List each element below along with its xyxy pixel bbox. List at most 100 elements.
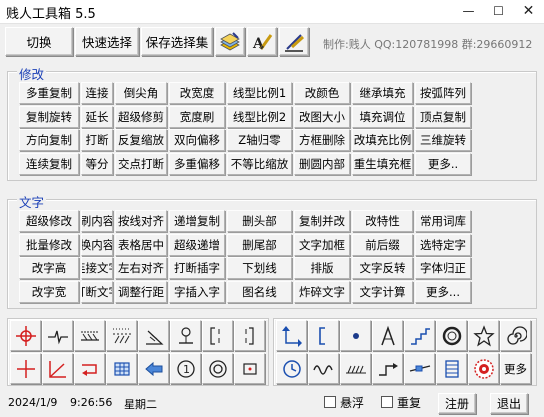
modify-tool-button[interactable]: 按弧阵列 bbox=[415, 82, 471, 104]
save-selection-button[interactable]: 保存选择集 bbox=[141, 27, 213, 56]
text-tool-button[interactable]: 打断插字 bbox=[169, 257, 225, 279]
redo-arrow-icon[interactable] bbox=[276, 320, 307, 351]
modify-tool-button[interactable]: 超级修剪 bbox=[115, 105, 167, 128]
modify-tool-button[interactable]: 删圆内部 bbox=[294, 152, 350, 175]
text-tool-button[interactable]: 文字反转 bbox=[352, 257, 413, 279]
text-tool-button[interactable]: 按线对齐 bbox=[115, 210, 167, 232]
bracket-line-icon[interactable] bbox=[308, 320, 339, 351]
repeat-checkbox[interactable] bbox=[381, 396, 393, 408]
maximize-button[interactable]: ☐ bbox=[484, 0, 513, 22]
modify-tool-button[interactable]: 重生填充框 bbox=[352, 152, 413, 175]
bracket-icon[interactable] bbox=[202, 320, 233, 351]
gear-badge-icon[interactable] bbox=[468, 353, 499, 384]
float-checkbox[interactable] bbox=[324, 396, 336, 408]
text-tool-button[interactable]: 换内容 bbox=[81, 233, 113, 256]
minimize-button[interactable]: — bbox=[454, 0, 483, 22]
spring-icon[interactable] bbox=[340, 353, 371, 384]
breakline-icon[interactable] bbox=[42, 320, 73, 351]
text-tool-button[interactable]: 改字高 bbox=[19, 257, 79, 279]
text-tool-button[interactable]: 排版 bbox=[294, 257, 350, 279]
red-axis-icon[interactable] bbox=[10, 353, 41, 384]
left-arrow-icon[interactable] bbox=[138, 353, 169, 384]
crosshair-icon[interactable] bbox=[10, 320, 41, 351]
exit-button[interactable]: 退出 bbox=[490, 393, 528, 414]
switch-button[interactable]: 切换 bbox=[5, 27, 73, 56]
text-tool-button[interactable]: 炸碎文字 bbox=[294, 280, 350, 303]
modify-tool-button[interactable]: 改填充比例 bbox=[352, 129, 413, 151]
modify-tool-button[interactable]: 连续复制 bbox=[19, 152, 79, 175]
text-tool-button[interactable]: 递增复制 bbox=[169, 210, 225, 232]
modify-tool-button[interactable]: 反复缩放 bbox=[115, 129, 167, 151]
ring-icon[interactable] bbox=[436, 320, 467, 351]
close-button[interactable]: ✕ bbox=[514, 0, 543, 22]
compass-icon[interactable] bbox=[372, 320, 403, 351]
modify-tool-button[interactable]: Z轴归零 bbox=[227, 129, 292, 151]
text-tool-button[interactable]: 更多... bbox=[415, 280, 471, 303]
text-tool-button[interactable]: 前后缀 bbox=[352, 233, 413, 256]
modify-tool-button[interactable]: 方向复制 bbox=[19, 129, 79, 151]
small-box-icon[interactable] bbox=[234, 353, 265, 384]
layers-icon[interactable] bbox=[215, 27, 245, 56]
text-tool-button[interactable]: 删尾部 bbox=[227, 233, 292, 256]
text-tool-button[interactable]: 字插入字 bbox=[169, 280, 225, 303]
table-grid-icon[interactable] bbox=[106, 353, 137, 384]
modify-tool-button[interactable]: 双向偏移 bbox=[169, 129, 225, 151]
star-icon[interactable] bbox=[468, 320, 499, 351]
modify-tool-button[interactable]: 宽度刷 bbox=[169, 105, 225, 128]
modify-tool-button[interactable]: 交点打断 bbox=[115, 152, 167, 175]
modify-tool-button[interactable]: 改颜色 bbox=[294, 82, 350, 104]
more-label[interactable]: 更多 bbox=[500, 353, 531, 384]
text-tool-button[interactable]: 文字加框 bbox=[294, 233, 350, 256]
text-tool-button[interactable]: 超级递增 bbox=[169, 233, 225, 256]
dot-icon[interactable] bbox=[340, 320, 371, 351]
text-tool-button[interactable]: 删头部 bbox=[227, 210, 292, 232]
modify-tool-button[interactable]: 改图大小 bbox=[294, 105, 350, 128]
modify-tool-button[interactable]: 延长 bbox=[81, 105, 113, 128]
text-tool-button[interactable]: 常用词库 bbox=[415, 210, 471, 232]
wave-icon[interactable] bbox=[308, 353, 339, 384]
text-tool-button[interactable]: 打断文字 bbox=[81, 280, 113, 303]
text-tool-button[interactable]: 字体归正 bbox=[415, 257, 471, 279]
text-tool-button[interactable]: 超级修改 bbox=[19, 210, 79, 232]
bracket-right-icon[interactable] bbox=[234, 320, 265, 351]
modify-tool-button[interactable]: 打断 bbox=[81, 129, 113, 151]
text-pen-icon[interactable]: A bbox=[247, 27, 277, 56]
modify-tool-button[interactable]: 继承填充 bbox=[352, 82, 413, 104]
text-tool-button[interactable]: 批量修改 bbox=[19, 233, 79, 256]
hatch-symbol-icon[interactable] bbox=[106, 320, 137, 351]
modify-tool-button[interactable]: 复制旋转 bbox=[19, 105, 79, 128]
modify-tool-button[interactable]: 方框删除 bbox=[294, 129, 350, 151]
modify-tool-button[interactable]: 连接 bbox=[81, 82, 113, 104]
modify-tool-button[interactable]: 线型比例1 bbox=[227, 82, 292, 104]
stairs-icon[interactable] bbox=[404, 320, 435, 351]
text-tool-button[interactable]: 改特性 bbox=[352, 210, 413, 232]
pipe-icon[interactable] bbox=[404, 353, 435, 384]
text-edit-icon[interactable] bbox=[279, 27, 309, 56]
modify-tool-button[interactable]: 倒尖角 bbox=[115, 82, 167, 104]
text-tool-button[interactable]: 下划线 bbox=[227, 257, 292, 279]
modify-tool-button[interactable]: 更多.. bbox=[415, 152, 471, 175]
elevation-icon[interactable] bbox=[170, 320, 201, 351]
text-tool-button[interactable]: 复制并改 bbox=[294, 210, 350, 232]
modify-tool-button[interactable]: 三维旋转 bbox=[415, 129, 471, 151]
text-tool-button[interactable]: 左右对齐 bbox=[115, 257, 167, 279]
red-arrow-icon[interactable] bbox=[74, 353, 105, 384]
dimension-icon[interactable] bbox=[74, 320, 105, 351]
red-angle-icon[interactable] bbox=[42, 353, 73, 384]
modify-tool-button[interactable]: 线型比例2 bbox=[227, 105, 292, 128]
clock-icon[interactable] bbox=[276, 353, 307, 384]
text-tool-button[interactable]: 文字计算 bbox=[352, 280, 413, 303]
modify-tool-button[interactable]: 填充调位 bbox=[352, 105, 413, 128]
text-tool-button[interactable]: 刷内容 bbox=[81, 210, 113, 232]
text-tool-button[interactable]: 图名线 bbox=[227, 280, 292, 303]
modify-tool-button[interactable]: 不等比缩放 bbox=[227, 152, 292, 175]
modify-tool-button[interactable]: 多重偏移 bbox=[169, 152, 225, 175]
quick-select-button[interactable]: 快速选择 bbox=[75, 27, 139, 56]
modify-tool-button[interactable]: 顶点复制 bbox=[415, 105, 471, 128]
coil-icon[interactable] bbox=[436, 353, 467, 384]
target-circle-icon[interactable] bbox=[202, 353, 233, 384]
step-arrow-icon[interactable] bbox=[372, 353, 403, 384]
text-tool-button[interactable]: 选特定字 bbox=[415, 233, 471, 256]
angle-mark-icon[interactable] bbox=[138, 320, 169, 351]
circled-one-icon[interactable]: 1 bbox=[170, 353, 201, 384]
